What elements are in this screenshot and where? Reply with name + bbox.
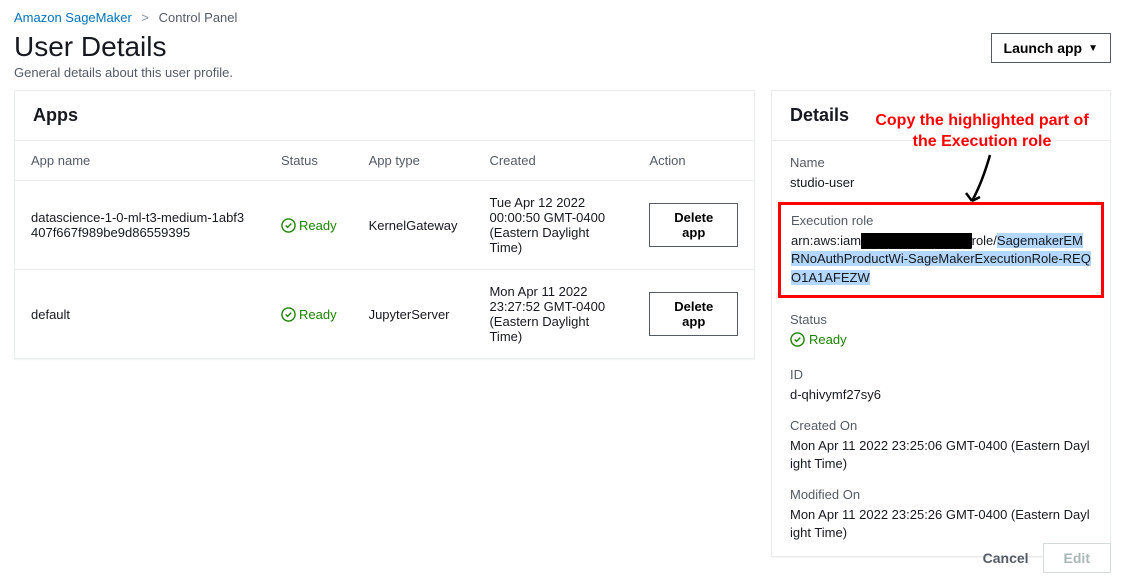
detail-status-label: Status [790, 312, 1092, 327]
launch-app-button[interactable]: Launch app ▼ [991, 33, 1111, 63]
detail-created-label: Created On [790, 418, 1092, 433]
page-subtitle: General details about this user profile. [0, 63, 1125, 90]
cell-app-name: default [15, 270, 265, 359]
check-circle-icon [281, 307, 296, 322]
detail-exec-role-label: Execution role [791, 213, 1091, 228]
apps-table: App name Status App type Created Action … [15, 141, 754, 358]
breadcrumb-current: Control Panel [159, 10, 238, 25]
col-status: Status [265, 141, 353, 181]
col-app-name: App name [15, 141, 265, 181]
detail-status-value: Ready [790, 331, 1092, 353]
breadcrumb-separator: > [141, 10, 149, 25]
detail-name-value: studio-user [790, 174, 1092, 192]
check-circle-icon [790, 332, 805, 347]
col-action: Action [633, 141, 754, 181]
cell-app-type: JupyterServer [353, 270, 474, 359]
cell-action: Delete app [633, 270, 754, 359]
cancel-button[interactable]: Cancel [983, 550, 1029, 566]
detail-id-label: ID [790, 367, 1092, 382]
cell-app-type: KernelGateway [353, 181, 474, 270]
col-created: Created [473, 141, 633, 181]
launch-app-label: Launch app [1004, 40, 1083, 56]
delete-app-button[interactable]: Delete app [649, 292, 738, 336]
page-title: User Details [14, 31, 166, 63]
details-panel-title: Details [772, 91, 1110, 141]
detail-exec-role-value[interactable]: arn:aws:iam████████████role/SagemakerEMR… [791, 232, 1091, 287]
table-row: default Ready JupyterServer Mon Apr 11 2… [15, 270, 754, 359]
apps-panel-title: Apps [15, 91, 754, 141]
detail-id-value: d-qhivymf27sy6 [790, 386, 1092, 404]
cell-status: Ready [265, 181, 353, 270]
caret-down-icon: ▼ [1088, 43, 1098, 54]
breadcrumb-root-link[interactable]: Amazon SageMaker [14, 10, 132, 25]
edit-button[interactable]: Edit [1043, 543, 1111, 573]
delete-app-button[interactable]: Delete app [649, 203, 738, 247]
detail-modified-label: Modified On [790, 487, 1092, 502]
breadcrumb: Amazon SageMaker > Control Panel [0, 0, 1125, 29]
redacted-text: ████████████ [861, 233, 972, 248]
execution-role-highlight-box: Execution role arn:aws:iam████████████ro… [778, 202, 1104, 298]
col-app-type: App type [353, 141, 474, 181]
detail-name-label: Name [790, 155, 1092, 170]
table-row: datascience-1-0-ml-t3-medium-1abf3407f66… [15, 181, 754, 270]
cell-created: Mon Apr 11 2022 23:27:52 GMT-0400 (Easte… [473, 270, 633, 359]
apps-panel: Apps App name Status App type Created Ac… [14, 90, 755, 359]
detail-created-value: Mon Apr 11 2022 23:25:06 GMT-0400 (Easte… [790, 437, 1092, 473]
cell-status: Ready [265, 270, 353, 359]
cell-created: Tue Apr 12 2022 00:00:50 GMT-0400 (Easte… [473, 181, 633, 270]
detail-modified-value: Mon Apr 11 2022 23:25:26 GMT-0400 (Easte… [790, 506, 1092, 542]
details-panel: Copy the highlighted part of the Executi… [771, 90, 1111, 557]
cell-action: Delete app [633, 181, 754, 270]
check-circle-icon [281, 218, 296, 233]
cell-app-name: datascience-1-0-ml-t3-medium-1abf3407f66… [15, 181, 265, 270]
footer-actions: Cancel Edit [983, 543, 1111, 573]
